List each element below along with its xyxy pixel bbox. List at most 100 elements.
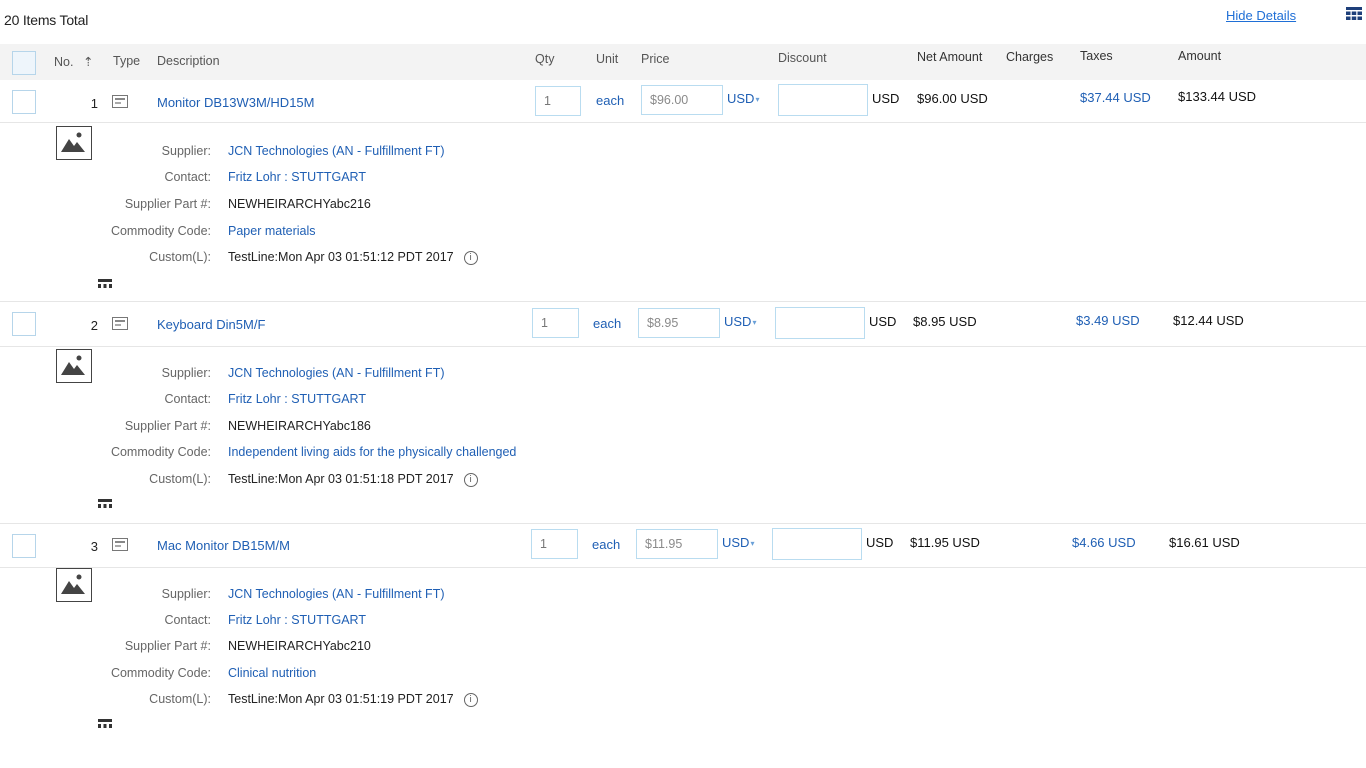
- contact-label: Contact:: [164, 170, 211, 184]
- line-item-description[interactable]: Mac Monitor DB15M/M: [157, 538, 290, 553]
- line-item-description[interactable]: Keyboard Din5M/F: [157, 317, 265, 332]
- discount-input[interactable]: [778, 84, 868, 116]
- chevron-down-icon: ▾: [752, 318, 757, 328]
- items-total: 20 Items Total: [4, 12, 89, 28]
- column-header-unit: Unit: [596, 52, 619, 66]
- line-item-checkbox[interactable]: [12, 312, 36, 336]
- supplier-label: Supplier:: [161, 366, 211, 380]
- line-item: 2 Keyboard Din5M/F each USD▾ USD $8.95 U…: [0, 302, 1366, 524]
- commodity-code-label: Commodity Code:: [110, 666, 211, 680]
- taxes-link[interactable]: $4.66 USD: [1072, 535, 1136, 550]
- contact-link[interactable]: Fritz Lohr : STUTTGART: [228, 613, 366, 627]
- discount-input[interactable]: [772, 528, 862, 560]
- line-item: 1 Monitor DB13W3M/HD15M each USD▾ USD $9…: [0, 80, 1366, 302]
- contact-label: Contact:: [164, 392, 211, 406]
- column-header-price: Price: [641, 52, 670, 66]
- supplier-label: Supplier:: [161, 144, 211, 158]
- line-item-number: 3: [90, 539, 98, 554]
- catalog-item-icon: [112, 95, 128, 111]
- contact-link[interactable]: Fritz Lohr : STUTTGART: [228, 170, 366, 184]
- chevron-down-icon: ▾: [750, 539, 755, 549]
- unit-of-measure[interactable]: each: [592, 537, 620, 552]
- custom-label: Custom(L):: [149, 472, 211, 486]
- custom-label: Custom(L):: [149, 692, 211, 706]
- row-divider: [0, 346, 1366, 347]
- discount-currency: USD: [869, 314, 897, 329]
- discount-input[interactable]: [775, 307, 865, 339]
- supplier-part-value: NEWHEIRARCHYabc210: [228, 639, 371, 653]
- commodity-code-link[interactable]: Independent living aids for the physical…: [228, 445, 516, 459]
- supplier-part-label: Supplier Part #:: [124, 419, 211, 433]
- unit-of-measure[interactable]: each: [593, 316, 621, 331]
- supplier-link[interactable]: JCN Technologies (AN - Fulfillment FT): [228, 366, 445, 380]
- line-amount: $16.61 USD: [1169, 535, 1240, 550]
- commodity-code-label: Commodity Code:: [110, 445, 211, 459]
- column-header-charges: Charges: [1006, 50, 1054, 64]
- net-amount: $96.00 USD: [917, 91, 988, 106]
- column-header-type: Type: [113, 54, 141, 68]
- line-item-checkbox[interactable]: [12, 90, 36, 114]
- commodity-code-link[interactable]: Clinical nutrition: [228, 666, 316, 680]
- info-icon[interactable]: i: [463, 472, 478, 487]
- grid-icon[interactable]: [1346, 7, 1362, 21]
- supplier-label: Supplier:: [161, 587, 211, 601]
- sort-ascending-icon[interactable]: ⇡: [83, 55, 93, 69]
- price-input[interactable]: [638, 308, 720, 338]
- custom-label: Custom(L):: [149, 250, 211, 264]
- line-item-number: 2: [90, 318, 98, 333]
- column-header-discount: Discount: [778, 51, 827, 65]
- line-amount: $133.44 USD: [1178, 89, 1257, 104]
- custom-value: TestLine:Mon Apr 03 01:51:19 PDT 2017 i: [228, 692, 478, 707]
- column-header-net-amount: Net Amount: [917, 50, 983, 64]
- column-header-amount: Amount: [1178, 49, 1222, 63]
- custom-value: TestLine:Mon Apr 03 01:51:18 PDT 2017 i: [228, 472, 478, 487]
- line-item: 3 Mac Monitor DB15M/M each USD▾ USD $11.…: [0, 524, 1366, 744]
- supplier-link[interactable]: JCN Technologies (AN - Fulfillment FT): [228, 144, 445, 158]
- row-divider: [0, 122, 1366, 123]
- quantity-input[interactable]: [535, 86, 581, 116]
- price-input[interactable]: [636, 529, 718, 559]
- contact-link[interactable]: Fritz Lohr : STUTTGART: [228, 392, 366, 406]
- currency-dropdown[interactable]: USD▾: [724, 314, 756, 329]
- line-item-number: 1: [90, 96, 98, 111]
- quantity-input[interactable]: [532, 308, 579, 338]
- currency-dropdown[interactable]: USD▾: [722, 535, 754, 550]
- supplier-part-label: Supplier Part #:: [124, 197, 211, 211]
- currency-dropdown[interactable]: USD▾: [727, 91, 759, 106]
- info-icon[interactable]: i: [463, 250, 478, 265]
- quantity-input[interactable]: [531, 529, 578, 559]
- unit-of-measure[interactable]: each: [596, 93, 624, 108]
- column-header-taxes: Taxes: [1080, 49, 1113, 63]
- select-all-checkbox[interactable]: [12, 51, 36, 75]
- hierarchy-icon[interactable]: [98, 276, 112, 288]
- column-header-description: Description: [157, 54, 220, 68]
- supplier-part-value: NEWHEIRARCHYabc186: [228, 419, 371, 433]
- price-input[interactable]: [641, 85, 723, 115]
- net-amount: $8.95 USD: [913, 314, 977, 329]
- column-header-no[interactable]: No. ⇡: [54, 54, 93, 69]
- contact-label: Contact:: [164, 613, 211, 627]
- supplier-part-value: NEWHEIRARCHYabc216: [228, 197, 371, 211]
- info-icon[interactable]: i: [463, 692, 478, 707]
- commodity-code-label: Commodity Code:: [110, 224, 211, 238]
- hide-details-link[interactable]: Hide Details: [1226, 8, 1296, 23]
- taxes-link[interactable]: $37.44 USD: [1080, 90, 1151, 105]
- line-amount: $12.44 USD: [1173, 313, 1244, 328]
- taxes-link[interactable]: $3.49 USD: [1076, 313, 1140, 328]
- column-header-qty: Qty: [535, 52, 555, 66]
- discount-currency: USD: [866, 535, 894, 550]
- supplier-link[interactable]: JCN Technologies (AN - Fulfillment FT): [228, 587, 445, 601]
- supplier-part-label: Supplier Part #:: [124, 639, 211, 653]
- hierarchy-icon[interactable]: [98, 496, 112, 508]
- commodity-code-link[interactable]: Paper materials: [228, 224, 316, 238]
- hierarchy-icon[interactable]: [98, 716, 112, 728]
- chevron-down-icon: ▾: [755, 95, 760, 105]
- catalog-item-icon: [112, 538, 128, 554]
- catalog-item-icon: [112, 317, 128, 333]
- row-divider: [0, 567, 1366, 568]
- line-item-checkbox[interactable]: [12, 534, 36, 558]
- custom-value: TestLine:Mon Apr 03 01:51:12 PDT 2017 i: [228, 250, 478, 265]
- net-amount: $11.95 USD: [910, 535, 980, 550]
- line-item-description[interactable]: Monitor DB13W3M/HD15M: [157, 95, 315, 110]
- discount-currency: USD: [872, 91, 900, 106]
